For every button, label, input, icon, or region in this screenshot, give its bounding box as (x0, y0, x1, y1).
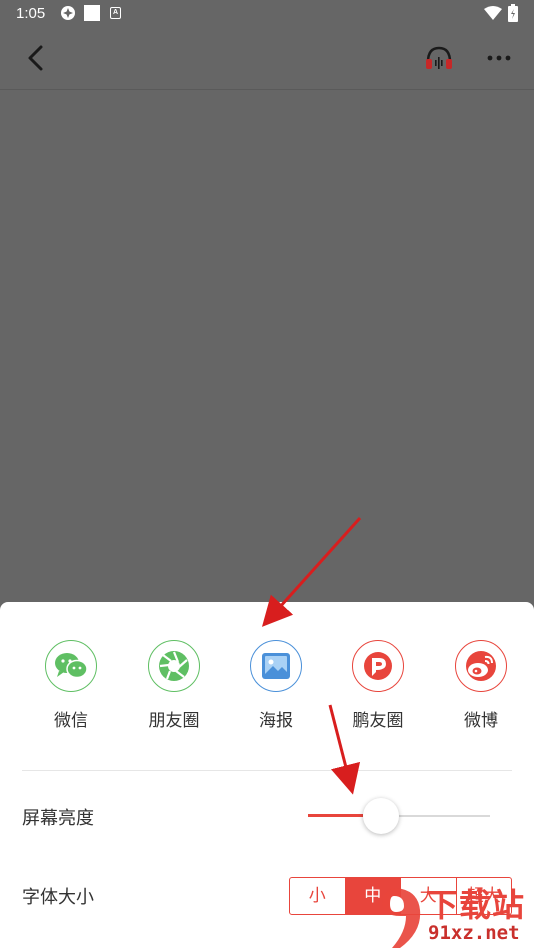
share-moments-button[interactable]: 朋友圈 (136, 640, 212, 740)
brightness-slider-thumb[interactable] (362, 798, 399, 834)
share-poster-label: 海报 (259, 711, 293, 731)
status-time: 1:05 (16, 5, 46, 22)
brightness-label: 屏幕亮度 (22, 808, 94, 829)
brightness-slider-fill (308, 814, 363, 817)
status-bar: 1:05 A (0, 0, 534, 28)
a-notification-icon: A (110, 7, 121, 19)
share-moments-label: 朋友圈 (148, 711, 200, 731)
wechat-icon (45, 640, 97, 692)
font-size-label: 字体大小 (22, 887, 94, 908)
dimmed-content-area[interactable] (0, 91, 534, 602)
wifi-icon (484, 6, 502, 20)
app-bar (0, 28, 534, 90)
battery-icon (508, 4, 518, 22)
site-watermark: 下载站 91xz.net (366, 880, 534, 950)
watermark-title: 下载站 (426, 886, 526, 924)
headphone-icon[interactable] (424, 44, 454, 72)
font-size-option-small[interactable]: 小 (290, 878, 346, 914)
more-icon[interactable] (484, 46, 514, 70)
share-wechat-button[interactable]: 微信 (33, 640, 109, 740)
share-pengyouquan-button[interactable]: 鹏友圈 (340, 640, 416, 740)
poster-icon (250, 640, 302, 692)
weibo-icon (455, 640, 507, 692)
moments-icon (148, 640, 200, 692)
watermark-url: 91xz.net (428, 922, 520, 944)
share-weibo-label: 微博 (464, 711, 498, 731)
notification-square-icon (84, 5, 100, 21)
watermark-logo-icon (382, 888, 421, 948)
back-icon[interactable] (22, 42, 52, 74)
app-notification-icon (61, 6, 75, 20)
pengyouquan-icon (352, 640, 404, 692)
divider (22, 770, 512, 771)
brightness-slider[interactable] (308, 796, 490, 836)
share-poster-button[interactable]: 海报 (238, 640, 314, 740)
share-weibo-button[interactable]: 微博 (443, 640, 519, 740)
share-pengyouquan-label: 鹏友圈 (352, 711, 404, 731)
share-wechat-label: 微信 (54, 711, 88, 731)
